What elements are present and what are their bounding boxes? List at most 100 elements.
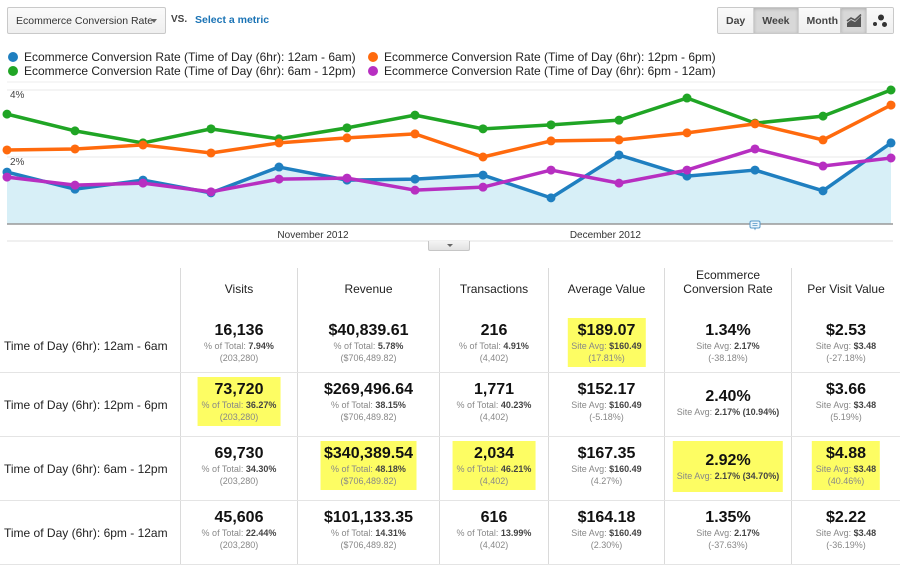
- data-point[interactable]: [274, 162, 284, 172]
- metric-total: (40.46%): [827, 476, 865, 486]
- data-point[interactable]: [546, 120, 556, 130]
- data-point[interactable]: [546, 165, 556, 175]
- day-button[interactable]: Day: [718, 8, 755, 33]
- motion-chart-button[interactable]: [867, 8, 893, 33]
- data-point[interactable]: [750, 144, 760, 154]
- data-point[interactable]: [70, 144, 80, 154]
- data-point[interactable]: [818, 161, 828, 171]
- data-point[interactable]: [410, 174, 420, 184]
- data-point[interactable]: [886, 138, 896, 148]
- data-point[interactable]: [614, 115, 624, 125]
- metric-main-value: 2,034: [473, 445, 515, 462]
- metric-comparison: % of Total: 48.18%: [324, 463, 413, 475]
- comparison-label: Site Avg:: [815, 341, 854, 351]
- row-label: Time of Day (6hr): 12am - 6am: [4, 339, 168, 353]
- line-chart-button[interactable]: [841, 8, 867, 33]
- data-point[interactable]: [886, 100, 896, 110]
- column-header[interactable]: Transactions: [440, 282, 548, 296]
- column-header[interactable]: Ecommerce Conversion Rate: [665, 268, 791, 296]
- data-point[interactable]: [546, 193, 556, 203]
- column-header[interactable]: Revenue: [298, 282, 439, 296]
- week-button[interactable]: Week: [754, 8, 799, 33]
- legend-item[interactable]: Ecommerce Conversion Rate (Time of Day (…: [368, 50, 716, 64]
- comparison-label: % of Total:: [331, 464, 376, 474]
- collapse-chart-handle[interactable]: [428, 241, 470, 251]
- metric-comparison: % of Total: 22.44%: [202, 527, 277, 539]
- caret-down-icon: [447, 244, 453, 247]
- metric-main-value: 1.34%: [705, 322, 751, 339]
- legend-item[interactable]: Ecommerce Conversion Rate (Time of Day (…: [368, 64, 716, 78]
- comparison-label: Site Avg:: [571, 528, 610, 538]
- data-point[interactable]: [410, 185, 420, 195]
- data-point[interactable]: [2, 109, 12, 119]
- series-dot-icon: [8, 66, 18, 76]
- column-header[interactable]: Per Visit Value: [792, 282, 900, 296]
- month-button[interactable]: Month: [798, 8, 847, 33]
- data-point[interactable]: [818, 135, 828, 145]
- data-point[interactable]: [342, 173, 352, 183]
- data-point[interactable]: [478, 124, 488, 134]
- table-cell: $167.35 Site Avg: $160.49 (4.27%): [548, 437, 664, 500]
- data-point[interactable]: [682, 165, 692, 175]
- metric-value-block: 616% of Total: 13.99% (4,402): [453, 505, 536, 554]
- legend-item[interactable]: Ecommerce Conversion Rate (Time of Day (…: [8, 64, 356, 78]
- data-point[interactable]: [478, 170, 488, 180]
- data-point[interactable]: [682, 128, 692, 138]
- data-point[interactable]: [818, 186, 828, 196]
- data-point[interactable]: [274, 138, 284, 148]
- data-point[interactable]: [138, 140, 148, 150]
- data-point[interactable]: [886, 85, 896, 95]
- legend-label: Ecommerce Conversion Rate (Time of Day (…: [384, 50, 716, 64]
- metric-value-block: 2,034% of Total: 46.21% (4,402): [452, 441, 536, 490]
- series-dot-icon: [8, 52, 18, 62]
- comparison-value: 2.17%: [734, 341, 760, 351]
- data-point[interactable]: [206, 124, 216, 134]
- comparison-label: % of Total:: [333, 341, 378, 351]
- data-point[interactable]: [682, 93, 692, 103]
- chart-type-toggle: [840, 7, 894, 34]
- comparison-value: $3.48: [853, 341, 877, 351]
- comparison-label: Site Avg:: [815, 464, 854, 474]
- row-label: Time of Day (6hr): 6am - 12pm: [4, 462, 168, 476]
- data-point[interactable]: [750, 165, 760, 175]
- data-point[interactable]: [614, 135, 624, 145]
- data-point[interactable]: [342, 123, 352, 133]
- legend-item[interactable]: Ecommerce Conversion Rate (Time of Day (…: [8, 50, 356, 64]
- data-point[interactable]: [410, 110, 420, 120]
- metric-main-value: 45,606: [214, 509, 264, 526]
- annotation-icon[interactable]: [749, 220, 761, 231]
- data-point[interactable]: [614, 150, 624, 160]
- data-point[interactable]: [818, 111, 828, 121]
- comparison-label: % of Total:: [201, 400, 246, 410]
- data-point[interactable]: [274, 174, 284, 184]
- column-header[interactable]: Average Value: [549, 282, 664, 296]
- data-point[interactable]: [138, 178, 148, 188]
- data-point[interactable]: [546, 136, 556, 146]
- metric-main-value: $4.88: [825, 445, 867, 462]
- data-point[interactable]: [410, 129, 420, 139]
- data-point[interactable]: [70, 126, 80, 136]
- comparison-value: 34.30%: [245, 464, 277, 474]
- metric-value-block: 16,136% of Total: 7.94% (203,280): [200, 318, 278, 367]
- data-point[interactable]: [206, 148, 216, 158]
- primary-metric-dropdown[interactable]: Ecommerce Conversion Rate: [7, 7, 166, 34]
- data-point[interactable]: [70, 180, 80, 190]
- data-point[interactable]: [206, 187, 216, 197]
- metric-comparison: % of Total: 40.23%: [457, 399, 532, 411]
- comparison-value: $160.49: [609, 464, 642, 474]
- data-point[interactable]: [886, 153, 896, 163]
- legend-label: Ecommerce Conversion Rate (Time of Day (…: [384, 64, 716, 78]
- metric-main-value: $40,839.61: [328, 322, 409, 339]
- comparison-value: $3.48: [853, 528, 877, 538]
- select-metric-link[interactable]: Select a metric: [195, 14, 269, 26]
- data-point[interactable]: [478, 152, 488, 162]
- chevron-down-icon: [151, 19, 157, 23]
- data-point[interactable]: [750, 119, 760, 129]
- metric-total: (-38.18%): [708, 353, 748, 363]
- data-point[interactable]: [2, 145, 12, 155]
- data-point[interactable]: [342, 133, 352, 143]
- column-header[interactable]: Visits: [181, 282, 297, 296]
- data-point[interactable]: [614, 178, 624, 188]
- data-point[interactable]: [478, 182, 488, 192]
- data-point[interactable]: [2, 172, 12, 182]
